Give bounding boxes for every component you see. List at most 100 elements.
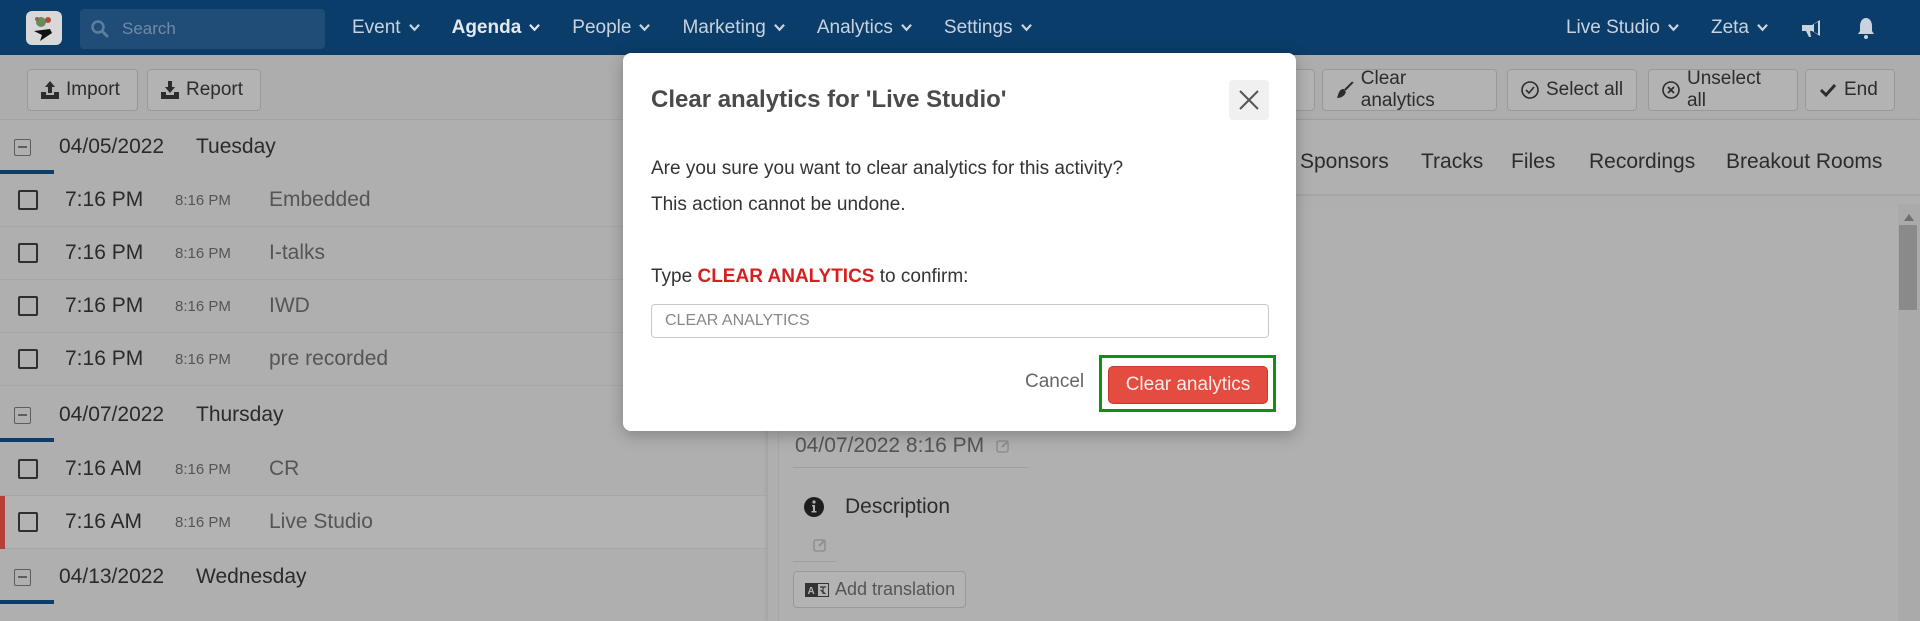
end-datetime-value: 04/07/2022 8:16 PM <box>795 434 985 457</box>
edit-description-icon[interactable] <box>813 538 827 552</box>
chevron-down-icon <box>773 24 785 32</box>
end-button[interactable]: End <box>1805 69 1895 111</box>
user-name: Zeta <box>1710 16 1749 38</box>
import-label: Import <box>66 79 120 100</box>
nav-event[interactable]: Event <box>352 17 420 39</box>
session-checkbox[interactable] <box>18 190 38 210</box>
session-end: 8:16 PM <box>175 244 231 262</box>
confirm-text-input[interactable] <box>651 304 1269 338</box>
report-label: Report <box>186 79 244 100</box>
session-end: 8:16 PM <box>175 297 231 315</box>
confirm-clear-analytics-button[interactable]: Clear analytics <box>1108 366 1268 404</box>
megaphone-icon[interactable] <box>1800 16 1824 40</box>
top-navbar: Event Agenda People Marketing Analytics … <box>0 0 1920 55</box>
nav-agenda-label: Agenda <box>451 16 522 38</box>
session-title: Embedded <box>269 188 371 211</box>
cancel-button[interactable]: Cancel <box>1025 371 1084 393</box>
session-start: 7:16 PM <box>65 294 144 317</box>
day-weekday: Tuesday <box>196 135 276 158</box>
search-box[interactable] <box>80 9 325 49</box>
scrollbar[interactable] <box>1898 204 1920 621</box>
edit-icon[interactable] <box>996 439 1010 454</box>
tab-tracks[interactable]: Tracks <box>1421 150 1483 174</box>
nav-settings[interactable]: Settings <box>944 17 1032 39</box>
day-weekday: Thursday <box>196 403 284 426</box>
tab-recordings[interactable]: Recordings <box>1589 150 1695 174</box>
session-start: 7:16 PM <box>65 347 144 370</box>
scroll-thumb[interactable] <box>1899 225 1917 310</box>
nav-marketing-label: Marketing <box>682 16 766 38</box>
search-icon <box>91 20 109 38</box>
session-checkbox[interactable] <box>18 296 38 316</box>
close-button[interactable] <box>1229 80 1269 120</box>
info-icon <box>804 497 824 517</box>
day-underline <box>0 438 54 442</box>
tab-sponsors[interactable]: Sponsors <box>1300 150 1389 174</box>
session-checkbox[interactable] <box>18 349 38 369</box>
session-end: 8:16 PM <box>175 513 231 531</box>
collapse-icon[interactable] <box>14 138 31 156</box>
session-title: pre recorded <box>269 347 389 370</box>
day-header[interactable]: 04/13/2022 Wednesday <box>0 550 766 604</box>
select-all-button[interactable]: Select all <box>1507 69 1637 111</box>
modal-warning: This action cannot be undone. <box>651 194 906 215</box>
search-input[interactable] <box>122 19 312 39</box>
brush-icon <box>1336 81 1354 98</box>
confirm-instruction: Type CLEAR ANALYTICS to confirm: <box>651 266 968 288</box>
svg-text:A: A <box>808 586 815 597</box>
field-underline <box>793 561 836 562</box>
day-date: 04/07/2022 <box>59 403 165 426</box>
session-start: 7:16 PM <box>65 188 144 211</box>
session-end: 8:16 PM <box>175 191 231 209</box>
chevron-down-icon <box>408 24 420 32</box>
nav-people[interactable]: People <box>572 17 651 39</box>
end-label: End <box>1844 79 1878 100</box>
day-date: 04/13/2022 <box>59 565 165 588</box>
session-title: I-talks <box>269 241 326 264</box>
collapse-icon[interactable] <box>14 406 31 424</box>
day-date: 04/05/2022 <box>59 135 165 158</box>
session-checkbox[interactable] <box>18 459 38 479</box>
report-button[interactable]: Report <box>147 69 261 111</box>
field-underline <box>793 467 1028 468</box>
session-title: Live Studio <box>269 510 373 533</box>
chevron-down-icon <box>1020 24 1032 32</box>
session-end: 8:16 PM <box>175 350 231 368</box>
close-icon <box>1239 90 1259 110</box>
tab-breakout-rooms[interactable]: Breakout Rooms <box>1726 150 1882 174</box>
confirm-suffix: to confirm: <box>879 266 969 287</box>
clear-analytics-toolbar-button[interactable]: Clear analytics <box>1322 68 1497 111</box>
selected-indicator <box>0 496 5 549</box>
add-translation-button[interactable]: A Add translation <box>793 571 966 608</box>
bell-icon[interactable] <box>1856 16 1876 40</box>
unselect-all-button[interactable]: Unselect all <box>1648 68 1798 111</box>
clear-analytics-toolbar-label: Clear analytics <box>1360 68 1435 111</box>
session-checkbox[interactable] <box>18 243 38 263</box>
nav-analytics-label: Analytics <box>816 16 893 38</box>
tab-files[interactable]: Files <box>1511 150 1555 174</box>
upload-icon <box>41 81 59 99</box>
import-button[interactable]: Import <box>27 69 138 111</box>
app-logo[interactable] <box>26 11 62 45</box>
nav-analytics[interactable]: Analytics <box>817 17 912 39</box>
navbar-right: Live Studio Zeta <box>1566 0 1920 55</box>
scroll-up-arrow[interactable] <box>1904 214 1914 221</box>
user-menu[interactable]: Zeta <box>1711 17 1768 39</box>
session-row-selected[interactable]: 7:16 AM 8:16 PM Live Studio <box>0 496 766 549</box>
session-checkbox[interactable] <box>18 512 38 532</box>
event-selector[interactable]: Live Studio <box>1566 17 1679 39</box>
confirm-keyword: CLEAR ANALYTICS <box>697 266 875 287</box>
collapse-icon[interactable] <box>14 568 31 586</box>
end-datetime-field[interactable]: 04/07/2022 8:16 PM <box>795 434 1010 458</box>
main-menu: Event Agenda People Marketing Analytics … <box>352 0 1064 55</box>
unselect-all-label: Unselect all <box>1686 68 1761 111</box>
modal-message: Are you sure you want to clear analytics… <box>651 158 1124 179</box>
session-title: CR <box>269 457 300 480</box>
add-translation-label: Add translation <box>835 579 956 599</box>
session-row[interactable]: 7:16 AM 8:16 PM CR <box>0 443 766 496</box>
nav-marketing[interactable]: Marketing <box>682 16 785 39</box>
nav-agenda[interactable]: Agenda <box>452 17 541 39</box>
confirm-prefix: Type <box>651 266 693 287</box>
chevron-down-icon <box>1757 24 1768 32</box>
chevron-down-icon <box>901 24 912 32</box>
